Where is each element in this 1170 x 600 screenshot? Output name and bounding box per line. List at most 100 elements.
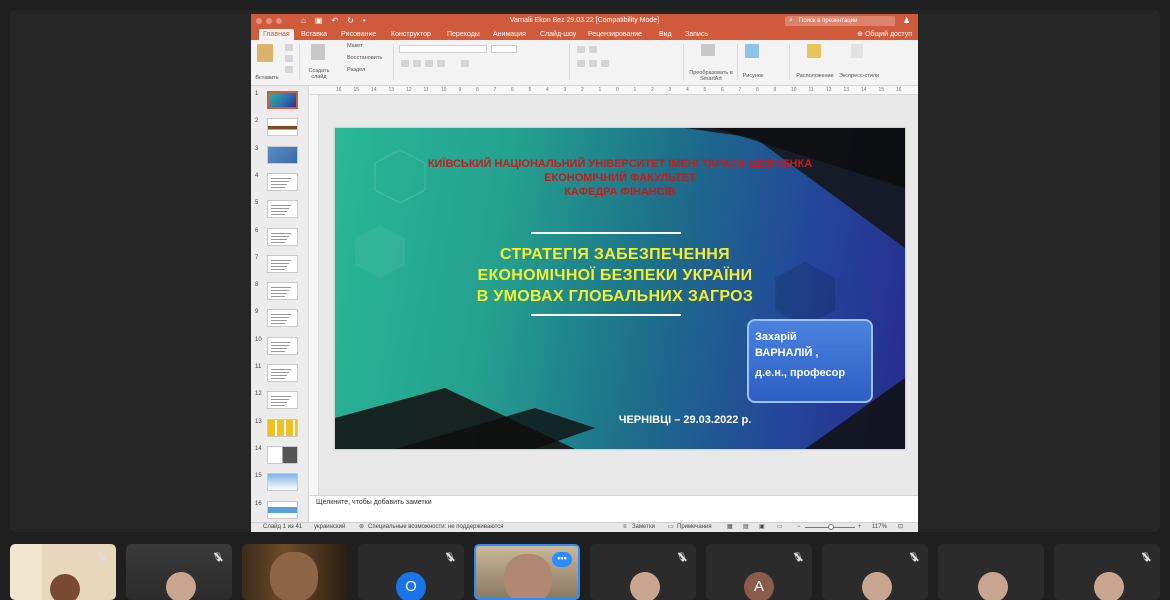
ruler-mark: 16 [336,87,342,93]
align-right-icon[interactable] [601,60,609,67]
thumbnail-text-line [271,323,285,325]
slide-thumbnail[interactable]: 4 [251,171,308,198]
smartart-label: Преобразовать в SmartArt [689,70,733,82]
slide-thumbnail[interactable]: 16 [251,499,308,523]
tab-9[interactable]: Вид [655,29,676,40]
ruler-mark: 5 [528,87,532,93]
thumbnail-text-line [271,287,291,289]
slide-thumbnail[interactable]: 12 [251,389,308,416]
strike-icon[interactable] [437,60,445,67]
format-painter-icon[interactable] [285,66,293,73]
participant-tile[interactable]: 🎙︎ [126,544,232,600]
slide-title-line-2: ЕКОНОМІЧНОЇ БЕЗПЕКИ УКРАЇНИ [477,267,753,284]
zoom-slider-knob[interactable] [828,524,834,530]
slide-thumbnail[interactable]: 5 [251,198,308,225]
thumbnail-text-line [271,214,285,216]
muted-mic-icon: 🎙︎ [444,552,456,562]
reset-button[interactable]: Восстановить [347,55,382,61]
bold-icon[interactable] [401,60,409,67]
participant-tile[interactable]: 🎙︎ [822,544,928,600]
reading-view-icon[interactable]: ▣ [759,523,765,532]
participant-tile[interactable] [938,544,1044,600]
font-size-field[interactable] [491,45,517,53]
accessibility-status[interactable]: Специальные возможности: не поддерживают… [368,523,504,532]
picture-icon[interactable] [745,44,759,58]
thumbnail-text-line [271,180,289,182]
smartart-icon[interactable] [701,44,715,56]
slide-thumbnail-number: 15 [255,473,262,480]
quick-styles-icon[interactable] [851,44,863,58]
tab-6[interactable]: Анимация [489,29,530,40]
current-slide[interactable]: КИЇВСЬКИЙ НАЦІОНАЛЬНИЙ УНІВЕРСИТЕТ ІМЕНІ… [335,128,905,449]
user-icon[interactable]: ♟ [903,16,910,25]
slideshow-icon[interactable]: ▭ [777,523,783,532]
slide-thumbnail[interactable]: 13 [251,417,308,444]
tab-10[interactable]: Запись [681,29,712,40]
participant-tile[interactable]: ••• [474,544,580,600]
slide-thumbnail-number: 16 [255,500,262,507]
more-options-icon[interactable]: ••• [552,552,572,567]
slide-sorter-icon[interactable]: ▤ [743,523,749,532]
slide-thumbnails-pane[interactable]: 1234567891011121314151617 [251,86,309,522]
tab-1[interactable]: Главная [259,29,294,40]
numbering-icon[interactable] [589,46,597,53]
slide-thumbnail[interactable]: 14 [251,444,308,471]
notes-toggle[interactable]: Заметки [632,523,655,532]
paste-icon[interactable] [257,44,273,62]
ruler-mark: 14 [371,87,377,93]
share-button[interactable]: ⊕ Общий доступ [857,29,912,40]
underline-icon[interactable] [425,60,433,67]
participant-tile[interactable] [242,544,348,600]
slide-thumbnail-number: 1 [255,91,259,97]
ruler-mark: 3 [668,87,672,93]
slide-thumbnail[interactable]: 10 [251,335,308,362]
zoom-in-icon[interactable]: + [858,523,862,532]
italic-icon[interactable] [413,60,421,67]
search-field[interactable]: ⌕ Поиск в презентации [785,16,895,26]
participant-tile[interactable]: 🎙︎ [10,544,116,600]
participant-initial-avatar: A [744,572,774,600]
slide-thumbnail[interactable]: 6 [251,226,308,253]
slide-thumbnail[interactable]: 1 [251,89,308,116]
participant-tile[interactable]: O 🎙︎ [358,544,464,600]
tab-7[interactable]: Слайд-шоу [536,29,580,40]
ruler-mark: 4 [546,87,549,93]
slide-thumbnail[interactable]: 7 [251,253,308,280]
new-slide-icon[interactable] [311,44,325,60]
font-color-icon[interactable] [461,60,469,67]
normal-view-icon[interactable]: ▦ [727,523,733,532]
copy-icon[interactable] [285,55,293,62]
bullets-icon[interactable] [577,46,585,53]
slide-thumbnail-image [267,282,298,301]
section-button[interactable]: Раздел [347,67,365,73]
tab-3[interactable]: Рисование [337,29,380,40]
fit-slide-icon[interactable]: ⊡ [898,523,903,532]
language-indicator[interactable]: украинский [314,523,345,532]
participant-tile[interactable]: A 🎙︎ [706,544,812,600]
zoom-out-icon[interactable]: − [797,523,801,532]
slide-thumbnail[interactable]: 2 [251,116,308,143]
notes-pane[interactable]: Щелкните, чтобы добавить заметки [310,495,918,522]
arrange-icon[interactable] [807,44,821,58]
slide-thumbnail[interactable]: 11 [251,362,308,389]
slide-thumbnail[interactable]: 3 [251,144,308,171]
tab-2[interactable]: Вставка [297,29,331,40]
slide-thumbnail[interactable]: 9 [251,307,308,334]
align-center-icon[interactable] [589,60,597,67]
comments-toggle[interactable]: Примечания [677,523,712,532]
participant-video-avatar [862,572,892,600]
participant-tile[interactable]: 🎙︎ [1054,544,1160,600]
zoom-level[interactable]: 117% [872,523,887,532]
thumbnail-text-line [271,232,291,234]
slide-thumbnail[interactable]: 15 [251,471,308,498]
tab-4[interactable]: Конструктор [387,29,435,40]
participant-video-avatar [1094,572,1124,600]
cut-icon[interactable] [285,44,293,51]
align-left-icon[interactable] [577,60,585,67]
font-name-field[interactable] [399,45,487,53]
tab-5[interactable]: Переходы [443,29,484,40]
slide-thumbnail[interactable]: 8 [251,280,308,307]
participant-tile[interactable]: 🎙︎ [590,544,696,600]
tab-8[interactable]: Рецензирование [584,29,646,40]
layout-button[interactable]: Макет [347,43,363,49]
